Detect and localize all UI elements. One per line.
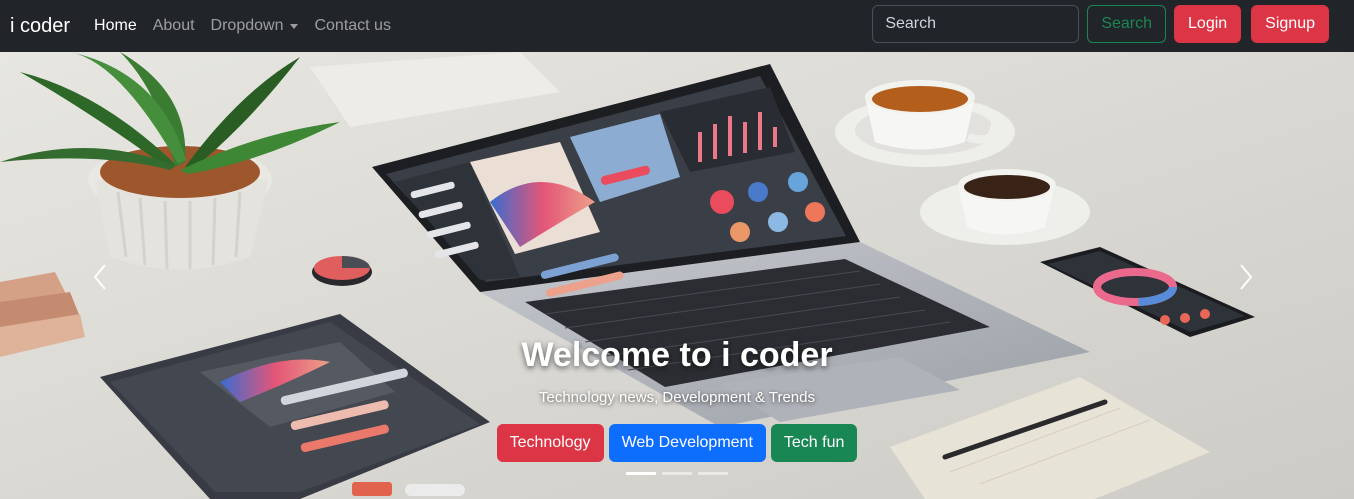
login-button[interactable]: Login	[1174, 5, 1242, 43]
carousel-caption: Welcome to i coder Technology news, Deve…	[0, 336, 1354, 406]
nav-actions: Search Login Signup	[872, 5, 1329, 43]
nav-home[interactable]: Home	[94, 17, 137, 35]
nav-contact[interactable]: Contact us	[314, 17, 390, 35]
technology-button[interactable]: Technology	[496, 424, 604, 462]
carousel-next-button[interactable]	[1226, 247, 1266, 307]
nav-dropdown-label: Dropdown	[210, 17, 284, 34]
carousel-title: Welcome to i coder	[521, 336, 833, 374]
caret-down-icon	[290, 23, 299, 29]
signup-button[interactable]: Signup	[1251, 5, 1329, 43]
top-navbar: i coder Home About Dropdown Contact us S…	[0, 0, 1354, 52]
tech-fun-button[interactable]: Tech fun	[770, 424, 858, 462]
nav-dropdown[interactable]: Dropdown	[211, 17, 299, 35]
carousel-buttons: Technology Web Development Tech fun	[0, 424, 1354, 462]
web-development-button[interactable]: Web Development	[608, 424, 766, 462]
search-input[interactable]	[872, 5, 1080, 43]
nav-about[interactable]: About	[153, 17, 195, 35]
carousel-indicator-3[interactable]	[698, 472, 728, 475]
carousel-prev-button[interactable]	[80, 247, 120, 307]
chevron-left-icon	[93, 264, 106, 290]
brand-link[interactable]: i coder	[10, 15, 70, 38]
search-button[interactable]: Search	[1087, 5, 1167, 43]
chevron-right-icon	[1240, 264, 1253, 290]
carousel-subtitle: Technology news, Development & Trends	[539, 389, 815, 406]
carousel-indicators	[0, 472, 1354, 475]
carousel-indicator-1[interactable]	[626, 472, 656, 475]
hero-carousel: Welcome to i coder Technology news, Deve…	[0, 52, 1354, 499]
carousel-indicator-2[interactable]	[662, 472, 692, 475]
